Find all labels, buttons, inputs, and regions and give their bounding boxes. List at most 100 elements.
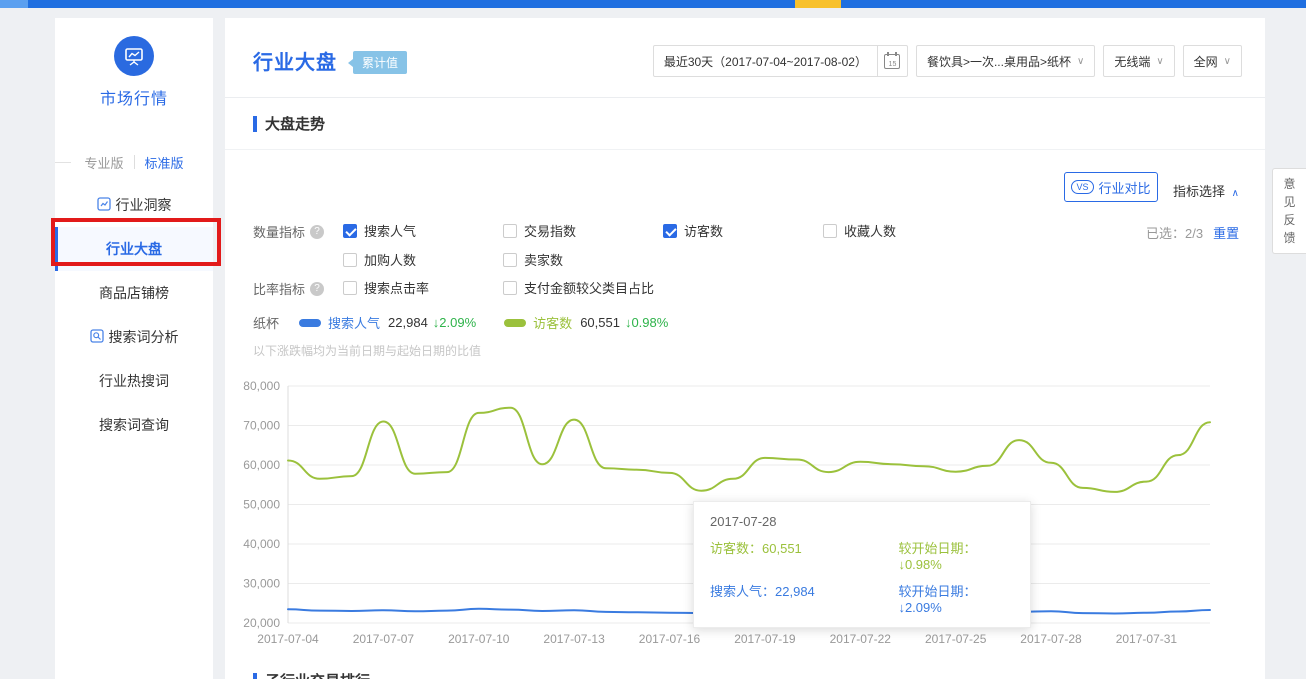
help-icon[interactable]	[310, 225, 324, 239]
legend-item-search-popularity[interactable]: 搜索人气 22,984 ↓2.09%	[299, 313, 476, 332]
svg-text:2017-07-25: 2017-07-25	[925, 632, 987, 646]
chart-legend: 纸杯 搜索人气 22,984 ↓2.09% 访客数 60,551 ↓0.98%	[253, 313, 696, 332]
sidebar-item-product-shop-ranking[interactable]: 商品店铺榜	[55, 271, 213, 315]
sidebar-item-hot-search-words[interactable]: 行业热搜词	[55, 359, 213, 403]
sidebar-item-label: 行业热搜词	[99, 371, 169, 391]
scope-dropdown[interactable]: 全网 ∨	[1183, 45, 1242, 77]
checkbox-label: 收藏人数	[844, 221, 896, 240]
logo	[55, 18, 213, 76]
checkbox-label: 搜索人气	[364, 221, 416, 240]
topbar-active-tab-marker	[795, 0, 841, 8]
date-range-picker[interactable]: 最近30天（2017-07-04~2017-08-02） 15	[653, 45, 908, 77]
checkbox-icon[interactable]	[343, 281, 357, 295]
legend-series-change: ↓0.98%	[625, 315, 668, 330]
industry-insight-icon	[97, 197, 111, 214]
calendar-icon: 15	[884, 54, 900, 69]
sidebar-item-label: 行业大盘	[106, 239, 162, 259]
tab-pro-version[interactable]: 专业版	[84, 153, 123, 172]
legend-item-visitors[interactable]: 访客数 60,551 ↓0.98%	[504, 313, 668, 332]
trend-section-header: 大盘走势	[225, 98, 1265, 150]
reset-link[interactable]: 重置	[1213, 226, 1239, 241]
checkbox-icon[interactable]	[343, 224, 357, 238]
sidebar-item-industry-insight[interactable]: 行业洞察	[55, 183, 213, 227]
checkbox-search-ctr[interactable]: 搜索点击率	[343, 278, 429, 297]
checkbox-search-popularity[interactable]: 搜索人气	[343, 221, 416, 240]
chart-note: 以下涨跌幅均为当前日期与起始日期的比值	[253, 342, 481, 359]
checkbox-favorites[interactable]: 收藏人数	[823, 221, 896, 240]
svg-text:60,000: 60,000	[243, 458, 280, 472]
bottom-section-header: 子行业交易排行	[253, 670, 370, 679]
svg-text:2017-07-04: 2017-07-04	[257, 632, 319, 646]
chevron-down-icon: ∨	[1156, 56, 1163, 67]
section-accent-bar	[253, 673, 257, 679]
checkbox-payment-ratio[interactable]: 支付金额较父类目占比	[503, 278, 654, 297]
checkbox-icon[interactable]	[503, 224, 517, 238]
sidebar-item-label: 商品店铺榜	[99, 283, 169, 303]
checkbox-label: 卖家数	[524, 250, 563, 269]
checkbox-visitors[interactable]: 访客数	[663, 221, 723, 240]
checkbox-label: 访客数	[684, 221, 723, 240]
checkbox-transaction-index[interactable]: 交易指数	[503, 221, 576, 240]
quantity-indicator-label: 数量指标	[253, 222, 324, 241]
svg-text:2017-07-28: 2017-07-28	[1020, 632, 1082, 646]
tab-standard-version[interactable]: 标准版	[145, 153, 184, 172]
metric-select-toggle[interactable]: 指标选择 ∧	[1173, 181, 1239, 200]
sidebar-item-search-word-query[interactable]: 搜索词查询	[55, 403, 213, 447]
sidebar-item-search-word-analysis[interactable]: 搜索词分析	[55, 315, 213, 359]
sidebar-item-industry-overview[interactable]: 行业大盘	[55, 227, 213, 271]
terminal-dropdown-value: 无线端	[1114, 53, 1150, 70]
calendar-button[interactable]: 15	[877, 46, 907, 76]
cumulative-value-tag: 累计值	[353, 51, 407, 74]
sidebar: 市场行情 专业版 标准版 行业洞察 行业大盘 商品店铺榜 搜索词分析 行业热搜词…	[55, 18, 213, 679]
ratio-indicator-label: 比率指标	[253, 279, 324, 298]
metric-select-label: 指标选择	[1173, 184, 1225, 199]
svg-text:40,000: 40,000	[243, 537, 280, 551]
legend-category: 纸杯	[253, 313, 279, 332]
chevron-down-icon: ∨	[1077, 56, 1084, 67]
svg-text:2017-07-22: 2017-07-22	[830, 632, 892, 646]
trend-chart: 20,00030,00040,00050,00060,00070,00080,0…	[240, 376, 1230, 654]
main-content: 行业大盘 累计值 最近30天（2017-07-04~2017-08-02） 15…	[225, 18, 1265, 679]
svg-text:2017-07-31: 2017-07-31	[1116, 632, 1178, 646]
category-dropdown[interactable]: 餐饮具>一次...桌用品>纸杯 ∨	[916, 45, 1095, 77]
svg-text:2017-07-13: 2017-07-13	[543, 632, 605, 646]
industry-compare-button[interactable]: VS 行业对比	[1064, 172, 1158, 202]
tab-divider	[134, 155, 135, 169]
svg-text:30,000: 30,000	[243, 577, 280, 591]
top-navigation-bar	[0, 0, 1306, 8]
checkbox-label: 加购人数	[364, 250, 416, 269]
checkbox-icon[interactable]	[503, 281, 517, 295]
legend-series-value: 60,551	[580, 315, 620, 330]
checkbox-label: 搜索点击率	[364, 278, 429, 297]
legend-series-value: 22,984	[388, 315, 428, 330]
checkbox-icon[interactable]	[663, 224, 677, 238]
page-title: 行业大盘	[253, 46, 337, 75]
checkbox-icon[interactable]	[503, 253, 517, 267]
legend-series-change: ↓2.09%	[433, 315, 476, 330]
compare-button-label: 行业对比	[1099, 178, 1151, 197]
svg-text:2017-07-10: 2017-07-10	[448, 632, 510, 646]
checkbox-add-to-cart[interactable]: 加购人数	[343, 250, 416, 269]
checkbox-icon[interactable]	[343, 253, 357, 267]
svg-text:2017-07-16: 2017-07-16	[639, 632, 701, 646]
date-range-text: 最近30天（2017-07-04~2017-08-02）	[654, 53, 877, 70]
tooltip-row-visitors: 访客数：60,551 较开始日期：↓0.98%	[710, 538, 1014, 572]
checkbox-icon[interactable]	[823, 224, 837, 238]
help-icon[interactable]	[310, 282, 324, 296]
scope-dropdown-value: 全网	[1194, 53, 1218, 70]
checkbox-sellers[interactable]: 卖家数	[503, 250, 563, 269]
page-header: 行业大盘 累计值 最近30天（2017-07-04~2017-08-02） 15…	[225, 18, 1265, 98]
market-intelligence-logo-icon	[114, 36, 154, 76]
vs-icon: VS	[1071, 180, 1093, 194]
sidebar-item-label: 搜索词分析	[109, 327, 179, 347]
svg-text:50,000: 50,000	[243, 498, 280, 512]
checkbox-label: 交易指数	[524, 221, 576, 240]
chart-tooltip: 2017-07-28 访客数：60,551 较开始日期：↓0.98% 搜索人气：…	[693, 501, 1031, 628]
category-dropdown-value: 餐饮具>一次...桌用品>纸杯	[927, 53, 1071, 70]
sidebar-item-label: 行业洞察	[116, 195, 172, 215]
feedback-tab[interactable]: 意见反馈	[1272, 168, 1306, 254]
terminal-dropdown[interactable]: 无线端 ∨	[1103, 45, 1174, 77]
header-filters: 最近30天（2017-07-04~2017-08-02） 15 餐饮具>一次..…	[653, 45, 1242, 77]
legend-series-name: 搜索人气	[328, 313, 380, 332]
legend-series-name: 访客数	[533, 313, 572, 332]
